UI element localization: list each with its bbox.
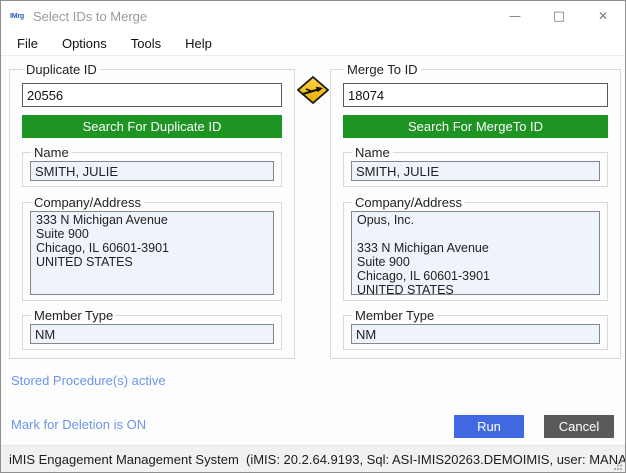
menu-help[interactable]: Help — [173, 31, 224, 55]
merge-to-id-group-label: Merge To ID — [344, 62, 421, 77]
status-text: iMIS Engagement Management System (iMIS:… — [9, 452, 625, 467]
mark-deletion-status: Mark for Deletion is ON — [11, 417, 146, 432]
close-icon[interactable]: ✕ — [581, 1, 625, 31]
minimize-icon[interactable]: — — [493, 1, 537, 31]
merge-to-id-input[interactable] — [343, 83, 608, 107]
duplicate-name-field: SMITH, JULIE — [30, 161, 274, 181]
duplicate-company-group: Company/Address 333 N Michigan Avenue Su… — [22, 195, 282, 301]
merge-to-member-type-label: Member Type — [352, 308, 437, 323]
duplicate-name-label: Name — [31, 145, 72, 160]
menu-file[interactable]: File — [5, 31, 50, 55]
duplicate-id-group: Duplicate ID Search For Duplicate ID Nam… — [9, 62, 295, 359]
stored-procedures-status: Stored Procedure(s) active — [11, 373, 166, 388]
merge-to-company-group: Company/Address Opus, Inc. 333 N Michiga… — [343, 195, 608, 301]
duplicate-id-input[interactable] — [22, 83, 282, 107]
merge-to-name-field: SMITH, JULIE — [351, 161, 600, 181]
duplicate-member-type-group: Member Type NM — [22, 308, 282, 350]
merge-to-company-label: Company/Address — [352, 195, 465, 210]
cancel-button[interactable]: Cancel — [544, 415, 614, 438]
merge-to-member-type-field: NM — [351, 324, 600, 344]
merge-sign-icon — [297, 76, 329, 104]
menu-tools[interactable]: Tools — [119, 31, 173, 55]
menu-options[interactable]: Options — [50, 31, 119, 55]
app-icon: IMrg — [10, 13, 24, 20]
window-controls: — □ ✕ — [493, 1, 625, 31]
duplicate-member-type-field: NM — [30, 324, 274, 344]
run-button[interactable]: Run — [454, 415, 524, 438]
search-merge-to-button[interactable]: Search For MergeTo ID — [343, 115, 608, 138]
statusbar: iMIS Engagement Management System (iMIS:… — [1, 445, 625, 472]
merge-to-name-group: Name SMITH, JULIE — [343, 145, 608, 187]
resize-grip-icon[interactable] — [612, 459, 623, 470]
duplicate-id-group-label: Duplicate ID — [23, 62, 100, 77]
merge-to-id-group: Merge To ID Search For MergeTo ID Name S… — [330, 62, 621, 359]
titlebar: IMrg Select IDs to Merge — □ ✕ — [1, 1, 625, 31]
maximize-icon[interactable]: □ — [537, 1, 581, 31]
client-area: Duplicate ID Search For Duplicate ID Nam… — [1, 56, 625, 445]
merge-to-name-label: Name — [352, 145, 393, 160]
duplicate-company-field: 333 N Michigan Avenue Suite 900 Chicago,… — [30, 211, 274, 295]
menubar: File Options Tools Help — [1, 31, 625, 56]
duplicate-member-type-label: Member Type — [31, 308, 116, 323]
window-title: Select IDs to Merge — [33, 9, 147, 24]
duplicate-company-label: Company/Address — [31, 195, 144, 210]
merge-to-company-field: Opus, Inc. 333 N Michigan Avenue Suite 9… — [351, 211, 600, 295]
duplicate-name-group: Name SMITH, JULIE — [22, 145, 282, 187]
search-duplicate-button[interactable]: Search For Duplicate ID — [22, 115, 282, 138]
merge-to-member-type-group: Member Type NM — [343, 308, 608, 350]
merge-window: IMrg Select IDs to Merge — □ ✕ File Opti… — [0, 0, 626, 473]
